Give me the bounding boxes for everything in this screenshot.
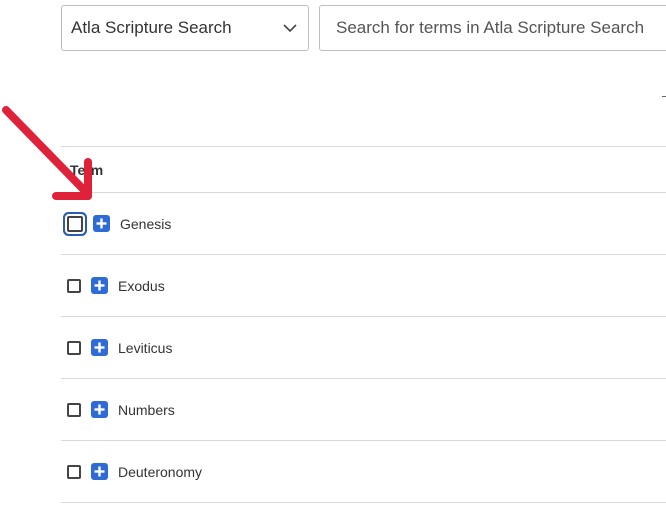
database-select-value: Atla Scripture Search (71, 18, 232, 37)
chevron-down-icon (282, 20, 298, 36)
search-box[interactable] (319, 5, 666, 51)
table-row: Leviticus (61, 317, 666, 378)
plus-icon[interactable] (91, 277, 108, 294)
column-header-term[interactable]: Term (61, 147, 666, 192)
row-checkbox[interactable] (67, 215, 83, 232)
row-checkbox[interactable] (67, 464, 81, 479)
row-divider (61, 502, 666, 503)
plus-icon[interactable] (91, 463, 108, 480)
term-label[interactable]: Deuteronomy (118, 464, 202, 480)
term-label[interactable]: Genesis (120, 216, 171, 232)
column-header-label: Term (70, 161, 104, 178)
table-row: Genesis (61, 193, 666, 254)
database-select[interactable]: Atla Scripture Search (61, 5, 309, 51)
row-checkbox[interactable] (67, 278, 81, 293)
table-row: Exodus (61, 255, 666, 316)
term-label[interactable]: Leviticus (118, 340, 172, 356)
search-input[interactable] (336, 18, 662, 38)
plus-icon[interactable] (91, 339, 108, 356)
table-row: Numbers (61, 379, 666, 440)
term-label[interactable]: Numbers (118, 402, 175, 418)
row-checkbox[interactable] (67, 340, 81, 355)
table-row: Deuteronomy (61, 441, 666, 502)
terms-table: Term Genesis Exodus Leviticus Numbers De… (61, 146, 666, 503)
term-label[interactable]: Exodus (118, 278, 165, 294)
toolbar-edge-mark (662, 96, 666, 97)
plus-icon[interactable] (93, 215, 110, 232)
row-checkbox[interactable] (67, 402, 81, 417)
plus-icon[interactable] (91, 401, 108, 418)
